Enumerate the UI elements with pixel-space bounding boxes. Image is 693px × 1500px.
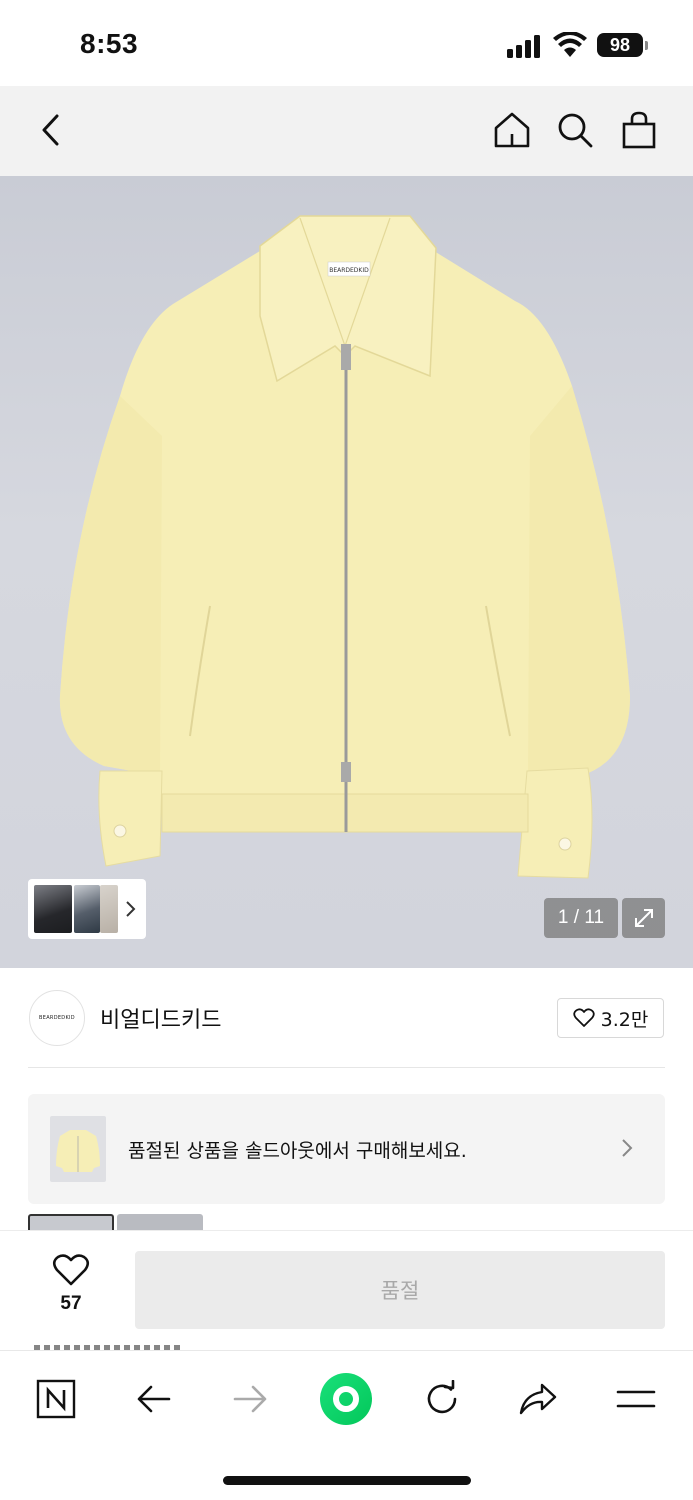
- brand-logo[interactable]: BEARDEDKID: [29, 990, 85, 1046]
- thumbnail-2[interactable]: [74, 885, 100, 933]
- product-image[interactable]: BEARDEDKID 1 / 11: [0, 176, 693, 968]
- expand-icon: [634, 909, 653, 927]
- wifi-icon: [553, 32, 587, 57]
- top-navigation: [0, 86, 693, 176]
- chevron-right-icon: [126, 901, 136, 917]
- refresh-button[interactable]: [412, 1371, 472, 1427]
- image-counter: 1 / 11: [544, 898, 618, 938]
- search-icon: [558, 113, 593, 148]
- brand-name[interactable]: 비얼디드키드: [100, 1002, 221, 1034]
- thumbnail-1[interactable]: [34, 885, 72, 933]
- naver-home-button[interactable]: [26, 1371, 86, 1427]
- refresh-icon: [427, 1380, 457, 1414]
- browser-forward-button[interactable]: [220, 1371, 280, 1427]
- naver-n-icon: [36, 1379, 76, 1419]
- back-button[interactable]: [26, 106, 74, 154]
- wishlist-count: 57: [60, 1293, 82, 1314]
- brand-row[interactable]: BEARDEDKID 비얼디드키드 3.2만: [0, 968, 693, 1068]
- home-icon: [494, 112, 530, 148]
- divider: [28, 1067, 665, 1068]
- home-button[interactable]: [488, 106, 536, 154]
- soldout-button[interactable]: 품절: [135, 1251, 665, 1329]
- browser-back-button[interactable]: [124, 1371, 184, 1427]
- forward-arrow-icon: [233, 1385, 267, 1413]
- thumbnail-3[interactable]: [100, 885, 118, 933]
- share-button[interactable]: [508, 1371, 568, 1427]
- purchase-bar: 57 품절: [0, 1230, 693, 1348]
- battery-tip: [645, 41, 648, 50]
- green-dot-icon: [320, 1373, 372, 1425]
- status-time: 8:53: [80, 28, 139, 59]
- status-bar: 8:53 98: [0, 0, 693, 86]
- cart-button[interactable]: [615, 106, 663, 154]
- shopping-bag-icon: [622, 111, 656, 149]
- banner-product-thumbnail: [50, 1116, 106, 1182]
- model-thumbnail-strip[interactable]: [28, 879, 146, 939]
- search-button[interactable]: [551, 106, 599, 154]
- banner-text: 품절된 상품을 솔드아웃에서 구매해보세요.: [128, 1140, 467, 1162]
- home-indicator[interactable]: [223, 1476, 471, 1485]
- heart-icon: [52, 1254, 90, 1286]
- menu-icon: [616, 1390, 656, 1408]
- share-icon: [519, 1383, 557, 1415]
- back-arrow-icon: [137, 1385, 171, 1413]
- back-icon: [42, 114, 59, 146]
- soldout-banner[interactable]: 품절된 상품을 솔드아웃에서 구매해보세요.: [28, 1094, 665, 1204]
- signal-icon: [507, 34, 543, 58]
- brand-like-button[interactable]: 3.2만: [557, 998, 664, 1038]
- naver-green-button[interactable]: [316, 1371, 376, 1427]
- brand-like-count: 3.2만: [600, 1008, 649, 1031]
- expand-button[interactable]: [622, 898, 665, 938]
- menu-button[interactable]: [606, 1371, 666, 1427]
- wishlist-button[interactable]: 57: [36, 1253, 106, 1333]
- page: 8:53 98 BEARDEDKID 1 / 11 BEARDEDKID 비얼디…: [0, 0, 693, 1500]
- battery-icon: 98: [597, 33, 643, 57]
- brand-logo-text: BEARDEDKID: [39, 1015, 75, 1021]
- jacket-image: BEARDEDKID: [59, 215, 630, 879]
- chevron-right-icon: [622, 1139, 633, 1157]
- heart-icon: [572, 1008, 595, 1027]
- svg-text:BEARDEDKID: BEARDEDKID: [329, 267, 369, 274]
